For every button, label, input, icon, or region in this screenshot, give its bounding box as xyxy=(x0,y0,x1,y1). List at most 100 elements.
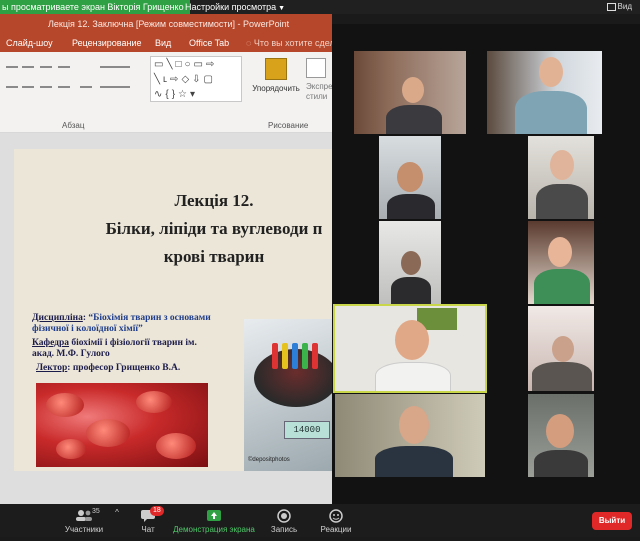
view-settings-label: Настройки просмотра xyxy=(185,2,277,12)
video-tile[interactable] xyxy=(528,136,594,219)
tab-review[interactable]: Рецензирование xyxy=(72,34,142,52)
lecturer-value: професор Грищенко В.А. xyxy=(72,363,181,373)
align-center-icon[interactable] xyxy=(22,86,34,88)
align-left-icon[interactable] xyxy=(6,86,18,88)
tell-me-search[interactable]: ◌ Что вы хотите сдел xyxy=(246,34,332,52)
participant-body xyxy=(391,277,431,304)
slide-canvas: Лекція 12. Білки, ліпіди та вуглеводи п … xyxy=(0,133,332,504)
participant-face xyxy=(546,414,574,448)
quick-styles-label-1: Экспресс xyxy=(306,82,332,91)
department-label: Кафедра xyxy=(32,338,70,348)
lightbulb-icon: ◌ xyxy=(246,38,254,48)
participant-face xyxy=(395,320,429,360)
tell-me-text: Что вы хотите сдел xyxy=(253,38,332,48)
slide-title: Лекція 12. Білки, ліпіди та вуглеводи п … xyxy=(14,187,332,271)
quick-styles-icon xyxy=(306,58,326,78)
arrange-icon xyxy=(265,58,287,80)
leave-meeting-button[interactable]: Выйти xyxy=(592,512,632,530)
share-screen-icon xyxy=(170,509,258,523)
powerpoint-window: Лекція 12. Заключна [Режим совместимости… xyxy=(0,14,332,504)
participant-body xyxy=(532,362,592,391)
paragraph-group-label: Абзац xyxy=(62,121,85,130)
record-icon xyxy=(262,509,306,523)
view-mode-label: Вид xyxy=(617,2,632,11)
discipline-line: Дисципліна: “Біохімія тварин з основами xyxy=(32,313,211,323)
watermark: ©depositphotos xyxy=(248,457,290,463)
participants-button[interactable]: 35 Участники xyxy=(56,504,112,537)
participant-body xyxy=(534,269,590,304)
centrifuge-display: 14000 xyxy=(284,421,330,439)
view-settings-menu[interactable]: Настройки просмотра ▼ xyxy=(185,0,285,14)
video-tile[interactable] xyxy=(528,221,594,304)
share-banner: ы просматриваете экран Вікторія Грищенко… xyxy=(0,0,640,14)
chat-button[interactable]: 18 Чат xyxy=(130,504,166,537)
chat-icon: 18 xyxy=(130,506,166,523)
record-button[interactable]: Запись xyxy=(262,504,306,537)
chat-unread-badge: 18 xyxy=(150,506,164,516)
share-screen-button[interactable]: Демонстрация экрана xyxy=(170,504,258,537)
video-tile[interactable] xyxy=(379,221,441,304)
arrange-label: Упорядочить xyxy=(252,84,300,93)
blood-cells-image xyxy=(36,383,208,467)
video-tile[interactable] xyxy=(354,51,466,134)
reactions-button[interactable]: Реакции xyxy=(314,504,358,537)
discipline-value-2: фізичної і колоїдної хімії” xyxy=(32,324,143,334)
list-icon[interactable] xyxy=(22,66,34,68)
participant-face xyxy=(539,57,563,87)
justify-icon[interactable] xyxy=(58,86,70,88)
meeting-toolbar: 35 Участники ^ 18 Чат Демонстрация экран… xyxy=(0,504,640,537)
smartart-icon[interactable] xyxy=(100,86,130,88)
tab-slideshow[interactable]: Слайд-шоу xyxy=(6,34,53,52)
video-tile[interactable] xyxy=(528,306,594,391)
department-value-2: акад. М.Ф. Гулого xyxy=(32,349,110,359)
centrifuge-image: 14000 ©depositphotos xyxy=(244,319,332,471)
tab-office-tab[interactable]: Office Tab xyxy=(189,34,229,52)
record-label: Запись xyxy=(270,525,298,534)
slide[interactable]: Лекція 12. Білки, ліпіди та вуглеводи п … xyxy=(14,149,332,471)
lecturer-label: Лектор xyxy=(36,363,68,373)
discipline-label: Дисципліна xyxy=(32,313,83,323)
align-icon[interactable] xyxy=(6,66,18,68)
video-tile[interactable] xyxy=(487,51,602,134)
department-value-1: біохімії і фізіології тварин ім. xyxy=(71,338,197,348)
participant-body xyxy=(515,91,587,134)
participant-body xyxy=(375,446,453,477)
video-tile-active-speaker[interactable] xyxy=(335,306,485,391)
arrange-button[interactable]: Упорядочить xyxy=(250,58,302,93)
text-direction-icon[interactable] xyxy=(100,66,130,68)
participant-body xyxy=(387,194,435,219)
window-icon xyxy=(606,2,616,11)
chevron-down-icon: ▼ xyxy=(278,5,286,12)
share-screen-label: Демонстрация экрана xyxy=(173,525,255,534)
smiley-icon xyxy=(314,509,358,523)
shapes-gallery[interactable]: ▭╲□○▭⇨ ╲ʟ⇨◇⇩▢ ∿{}☆▾ xyxy=(150,56,242,102)
chevron-up-icon[interactable]: ^ xyxy=(110,508,124,541)
video-tile[interactable] xyxy=(528,394,594,477)
participants-icon: 35 xyxy=(56,508,112,523)
slide-title-line-1: Лекція 12. xyxy=(174,191,254,210)
participant-face xyxy=(399,406,429,444)
columns-icon[interactable] xyxy=(80,86,92,88)
ppt-ribbon: Абзац ▭╲□○▭⇨ ╲ʟ⇨◇⇩▢ ∿{}☆▾ Упорядочить Эксп… xyxy=(0,52,332,133)
tab-view[interactable]: Вид xyxy=(155,34,171,52)
participant-face xyxy=(397,162,423,192)
screen-share-notice: ы просматриваете экран Вікторія Грищенко xyxy=(0,0,190,14)
drawing-group-label: Рисование xyxy=(268,121,309,130)
participant-face xyxy=(550,150,574,180)
participant-body xyxy=(534,450,588,477)
video-tile[interactable] xyxy=(379,136,441,219)
reactions-label: Реакции xyxy=(320,525,352,534)
video-tile[interactable] xyxy=(335,394,485,477)
outdent-icon[interactable] xyxy=(58,66,70,68)
video-gallery xyxy=(332,24,640,504)
participant-face xyxy=(552,336,574,362)
align-right-icon[interactable] xyxy=(40,86,52,88)
participant-body xyxy=(536,184,588,219)
quick-styles-label-2: стили xyxy=(306,92,328,101)
participants-count: 35 xyxy=(92,508,100,515)
quick-styles-button[interactable]: Экспресс стили xyxy=(306,58,332,102)
view-mode-button[interactable]: Вид xyxy=(606,1,632,13)
ppt-title-bar: Лекція 12. Заключна [Режим совместимости… xyxy=(0,14,332,34)
indent-icon[interactable] xyxy=(40,66,52,68)
participant-face xyxy=(402,77,424,103)
